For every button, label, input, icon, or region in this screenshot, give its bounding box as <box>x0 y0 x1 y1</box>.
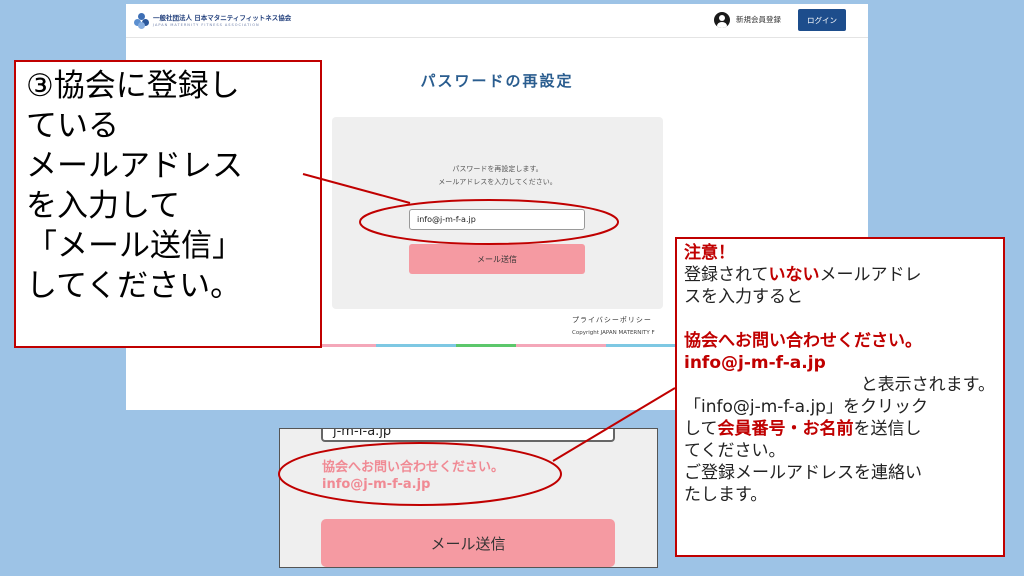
note-error-message: 協会へお問い合わせください。 <box>684 331 922 351</box>
instruction-line-1: パスワードを再設定します。 <box>452 165 543 173</box>
note-line-displayed: と表示されます。 <box>860 375 995 395</box>
site-header: 一般社団法人 日本マタニティフィットネス協会 JAPAN MATERNITY F… <box>126 4 868 38</box>
reset-form-card: パスワードを再設定します。 メールアドレスを入力してください。 info@j-m… <box>332 117 663 309</box>
inset-send-mail-button: メール送信 <box>321 519 615 567</box>
note-heading: 注意！ <box>684 243 735 263</box>
signup-link[interactable]: 新規会員登録 <box>736 14 781 25</box>
note-line-contact: ご登録メールアドレスを連絡い <box>684 463 922 483</box>
logo-mark-icon <box>134 13 150 29</box>
note-line-end: たします。 <box>684 485 768 505</box>
zoomed-error-inset: j-m-f-a.jp 協会へお問い合わせください。 info@j-m-f-a.j… <box>279 428 658 568</box>
note-line-click: 「info@j-m-f-a.jp」をクリック <box>684 397 928 417</box>
inset-email-input: j-m-f-a.jp <box>321 429 615 442</box>
user-icon[interactable] <box>714 12 730 28</box>
warning-note-box: 注意！ 登録されていないメールアドレ スを入力すると 協会へお問い合わせください… <box>675 237 1005 557</box>
note-line-send: して会員番号・お名前を送信し <box>684 419 922 439</box>
copyright-text: Copyright JAPAN MATERNITY F <box>572 330 655 336</box>
email-input[interactable]: info@j-m-f-a.jp <box>409 209 585 230</box>
inset-error-message: 協会へお問い合わせください。 <box>322 460 505 475</box>
login-button[interactable]: ログイン <box>798 9 846 31</box>
instruction-line-2: メールアドレスを入力してください。 <box>438 178 557 186</box>
note-spacer <box>684 308 995 330</box>
callout-line-5: 「メール送信」 <box>26 228 243 264</box>
send-mail-button[interactable]: メール送信 <box>409 244 585 274</box>
note-line-2: スを入力すると <box>684 287 803 307</box>
instruction-text: パスワードを再設定します。 メールアドレスを入力してください。 <box>332 163 663 189</box>
callout-line-4: を入力して <box>26 188 181 224</box>
callout-line-2: ている <box>26 108 119 144</box>
callout-line-3: メールアドレス <box>26 148 243 184</box>
logo-name: 一般社団法人 日本マタニティフィットネス協会 <box>153 14 292 23</box>
inset-error-email-link[interactable]: info@j-m-f-a.jp <box>322 477 430 492</box>
callout-line-6: してください。 <box>26 268 242 304</box>
instruction-callout: ③協会に登録し ている メールアドレス を入力して 「メール送信」 してください… <box>14 60 322 348</box>
note-line-1: 登録されていないメールアドレ <box>684 265 922 285</box>
privacy-policy-link[interactable]: プライバシーポリシー <box>572 315 652 325</box>
note-email: info@j-m-f-a.jp <box>684 353 826 373</box>
callout-line-1: ③協会に登録し <box>26 68 240 104</box>
note-line-please: てください。 <box>684 441 786 461</box>
logo-subtitle: JAPAN MATERNITY FITNESS ASSOCIATION <box>153 22 260 27</box>
site-logo[interactable]: 一般社団法人 日本マタニティフィットネス協会 JAPAN MATERNITY F… <box>134 13 291 29</box>
